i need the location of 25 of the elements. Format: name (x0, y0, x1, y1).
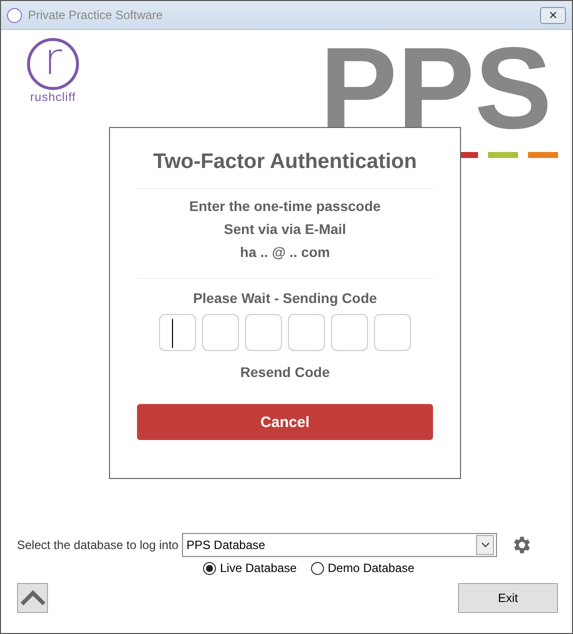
code-digit-field[interactable] (202, 314, 239, 351)
status-text: Please Wait - Sending Code (193, 289, 377, 308)
code-digit-field[interactable] (374, 314, 411, 351)
code-digit-field[interactable] (245, 314, 282, 351)
dialog-title: Two-Factor Authentication (153, 150, 417, 174)
database-label: Select the database to log into (17, 538, 178, 552)
logo-name: rushcliff (30, 90, 76, 104)
code-digit-field[interactable] (159, 314, 196, 351)
code-digit-field[interactable] (331, 314, 368, 351)
instruction-text: Enter the one-time passcode (189, 197, 381, 216)
database-radio[interactable]: Demo Database (310, 561, 414, 575)
instruction-text: ha .. @ .. com (240, 243, 330, 262)
window-title: Private Practice Software (28, 8, 164, 22)
brand-logo: PPS (320, 30, 553, 146)
cancel-button[interactable]: Cancel (137, 404, 433, 440)
database-dropdown[interactable]: PPS Database (182, 533, 498, 557)
database-radio[interactable]: Live Database (203, 561, 297, 575)
close-button[interactable]: ✕ (540, 6, 566, 24)
instruction-text: Sent via via E-Mail (224, 220, 346, 239)
code-digit-field[interactable] (288, 314, 325, 351)
resend-code-link[interactable]: Resend Code (240, 361, 330, 384)
collapse-button[interactable] (17, 583, 48, 613)
app-icon (7, 8, 22, 22)
logo-letter: r (27, 38, 79, 90)
exit-button[interactable]: Exit (458, 583, 558, 613)
